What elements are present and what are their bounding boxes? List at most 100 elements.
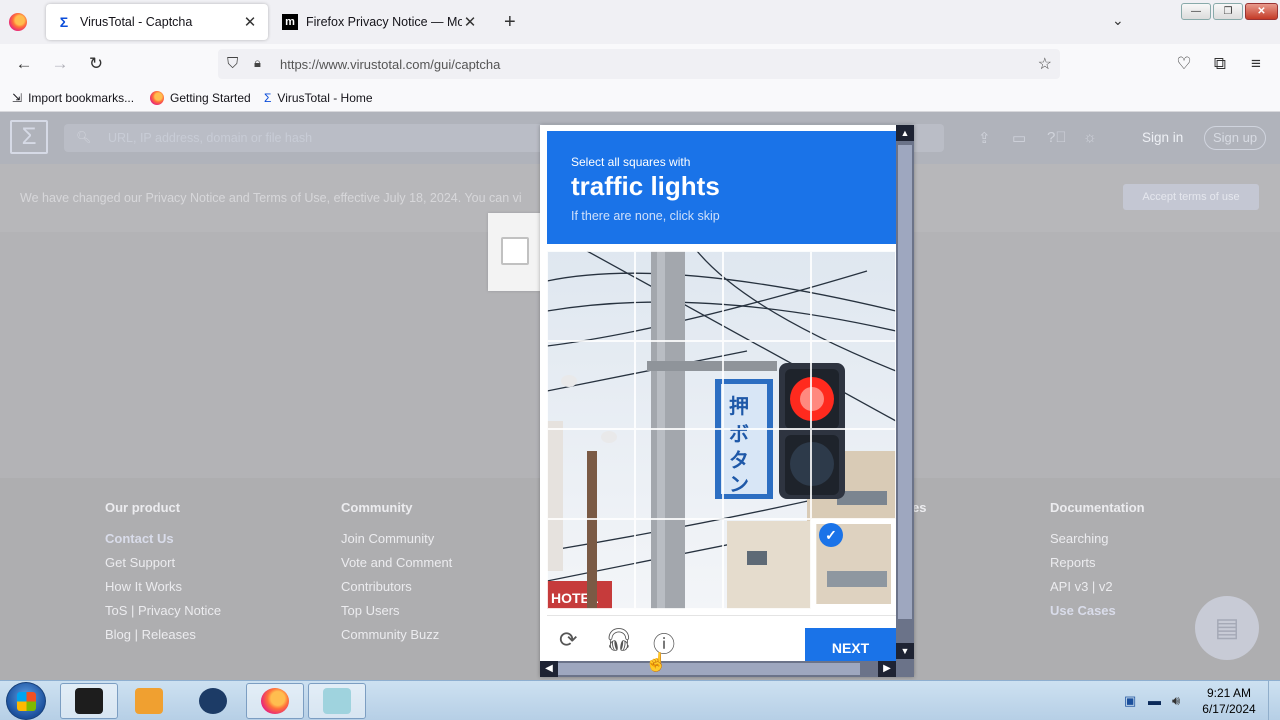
taskbar-app-terminal[interactable] <box>60 683 118 719</box>
captcha-tile[interactable] <box>547 519 635 609</box>
captcha-tile[interactable] <box>547 429 635 519</box>
windows-taskbar: ▣ ▬ 🔊︎ 9:21 AM 6/17/2024 <box>0 680 1280 720</box>
captcha-tile[interactable] <box>723 519 811 609</box>
scroll-right-icon[interactable]: ▶ <box>878 661 896 677</box>
captcha-tile[interactable] <box>723 429 811 519</box>
accept-terms-button[interactable]: Accept terms of use <box>1123 184 1259 210</box>
help-icon[interactable]: ?⃝ <box>1047 129 1067 146</box>
extensions-icon[interactable]: ⧉ <box>1208 54 1232 74</box>
forward-arrow-icon[interactable]: → <box>48 54 72 74</box>
theme-toggle-icon[interactable]: ☼ <box>1083 129 1097 146</box>
tab-bar: Σ VirusTotal - Captcha ✕ m Firefox Priva… <box>0 0 1280 44</box>
footer-link-community-buzz[interactable]: Community Buzz <box>341 625 452 649</box>
footer-column-our-product: Our product Contact Us Get Support How I… <box>105 500 221 649</box>
footer-heading: Our product <box>105 500 181 515</box>
list-all-tabs-button[interactable]: ⌄ <box>1112 12 1124 29</box>
tray-volume-icon[interactable]: 🔊︎ <box>1172 693 1180 709</box>
audio-challenge-icon[interactable]: 🎧︎ <box>605 627 633 653</box>
footer-link-api[interactable]: API v3 | v2 <box>1050 577 1145 601</box>
captcha-tile[interactable] <box>635 429 723 519</box>
scrollbar-thumb[interactable] <box>898 145 912 619</box>
new-tab-button[interactable]: + <box>504 11 516 34</box>
media-player-icon <box>135 688 163 714</box>
show-desktop-button[interactable] <box>1268 681 1280 720</box>
windows-logo-icon <box>17 692 36 711</box>
footer-link-join-community[interactable]: Join Community <box>341 529 452 553</box>
captcha-challenge: Select all squares with traffic lights I… <box>540 125 914 677</box>
url-text[interactable]: https://www.virustotal.com/gui/captcha <box>280 57 500 72</box>
footer-column-documentation: Documentation Searching Reports API v3 |… <box>1050 500 1145 625</box>
footer-link-tos-privacy[interactable]: ToS | Privacy Notice <box>105 601 221 625</box>
captcha-tile[interactable] <box>547 341 635 429</box>
bookmark-virustotal-home[interactable]: Σ VirusTotal - Home <box>264 91 373 105</box>
footer-link-get-support[interactable]: Get Support <box>105 553 221 577</box>
scroll-up-icon[interactable]: ▲ <box>896 125 914 141</box>
footer-link-vote-comment[interactable]: Vote and Comment <box>341 553 452 577</box>
taskbar-app-notepad[interactable] <box>308 683 366 719</box>
reload-challenge-icon[interactable]: ⟳ <box>559 627 577 653</box>
firefox-menu-icon[interactable] <box>9 13 27 31</box>
close-window-button[interactable]: ✕ <box>1245 3 1278 20</box>
bookmark-import[interactable]: ⇲ Import bookmarks... <box>12 91 134 105</box>
taskbar-app-globe[interactable] <box>184 683 242 719</box>
clock-time: 9:21 AM <box>1206 686 1252 700</box>
close-tab-icon[interactable]: ✕ <box>462 13 478 31</box>
close-tab-icon[interactable]: ✕ <box>242 13 258 31</box>
captcha-tile[interactable] <box>723 341 811 429</box>
footer-column-community: Community Join Community Vote and Commen… <box>341 500 452 649</box>
scroll-left-icon[interactable]: ◀ <box>540 661 558 677</box>
footer-link-contributors[interactable]: Contributors <box>341 577 452 601</box>
tray-network-icon[interactable]: ▣ <box>1124 693 1136 709</box>
footer-link-how-it-works[interactable]: How It Works <box>105 577 221 601</box>
virustotal-logo-icon[interactable]: Σ <box>10 120 48 154</box>
tab-virustotal-captcha[interactable]: Σ VirusTotal - Captcha ✕ <box>46 4 268 40</box>
mozilla-favicon-icon: m <box>282 14 298 30</box>
scrollbar-thumb[interactable] <box>558 663 860 675</box>
footer-link-contact-us[interactable]: Contact Us <box>105 529 221 553</box>
footer-link-use-cases[interactable]: Use Cases <box>1050 601 1145 625</box>
sign-in-link[interactable]: Sign in <box>1142 130 1183 145</box>
scroll-down-icon[interactable]: ▼ <box>896 643 914 659</box>
reload-icon[interactable]: ↻ <box>84 54 108 74</box>
captcha-tile[interactable] <box>811 429 896 519</box>
terminal-icon <box>75 688 103 714</box>
recaptcha-checkbox-card <box>488 213 540 291</box>
captcha-tile[interactable] <box>635 251 723 341</box>
system-clock[interactable]: 9:21 AM 6/17/2024 <box>1196 685 1262 717</box>
chat-support-icon[interactable]: ▤ <box>1195 596 1259 660</box>
vertical-scrollbar[interactable]: ▲ ▼ <box>896 125 914 677</box>
footer-link-top-users[interactable]: Top Users <box>341 601 452 625</box>
upload-icon[interactable]: ⇪ <box>978 129 991 147</box>
lock-icon[interactable]: 🔒︎ <box>254 55 261 71</box>
captcha-tile[interactable] <box>811 251 896 341</box>
bookmark-label: Import bookmarks... <box>28 91 135 105</box>
notifications-icon[interactable]: ▭ <box>1012 129 1026 147</box>
footer-link-searching[interactable]: Searching <box>1050 529 1145 553</box>
tab-firefox-privacy[interactable]: m Firefox Privacy Notice — Mozill ✕ <box>272 4 488 40</box>
tray-display-icon[interactable]: ▬ <box>1148 693 1161 708</box>
footer-link-blog-releases[interactable]: Blog | Releases <box>105 625 221 649</box>
captcha-tile[interactable] <box>635 341 723 429</box>
captcha-tile[interactable] <box>811 341 896 429</box>
footer-link-reports[interactable]: Reports <box>1050 553 1145 577</box>
search-input[interactable]: URL, IP address, domain or file hash <box>108 131 312 145</box>
recaptcha-checkbox[interactable] <box>501 237 529 265</box>
captcha-tile[interactable] <box>547 251 635 341</box>
bookmark-star-icon[interactable]: ☆ <box>1038 54 1052 74</box>
shield-icon[interactable]: ⛉ <box>227 55 238 72</box>
taskbar-app-firefox[interactable] <box>246 683 304 719</box>
hamburger-menu-icon[interactable]: ≡ <box>1244 54 1268 74</box>
search-icon: 🔍︎ <box>76 130 92 144</box>
pocket-icon[interactable]: ♡ <box>1172 54 1196 74</box>
maximize-button[interactable]: ❐ <box>1213 3 1243 20</box>
back-arrow-icon[interactable]: ← <box>12 54 36 74</box>
address-bar[interactable]: ⛉ 🔒︎ https://www.virustotal.com/gui/capt… <box>218 49 1060 79</box>
bookmark-getting-started[interactable]: Getting Started <box>150 91 251 105</box>
captcha-tile[interactable] <box>635 519 723 609</box>
sign-up-button[interactable]: Sign up <box>1204 126 1266 150</box>
taskbar-app-media-player[interactable] <box>120 683 178 719</box>
minimize-button[interactable]: — <box>1181 3 1211 20</box>
start-button[interactable] <box>6 682 46 720</box>
horizontal-scrollbar[interactable]: ◀ ▶ <box>540 661 896 677</box>
captcha-tile[interactable] <box>723 251 811 341</box>
